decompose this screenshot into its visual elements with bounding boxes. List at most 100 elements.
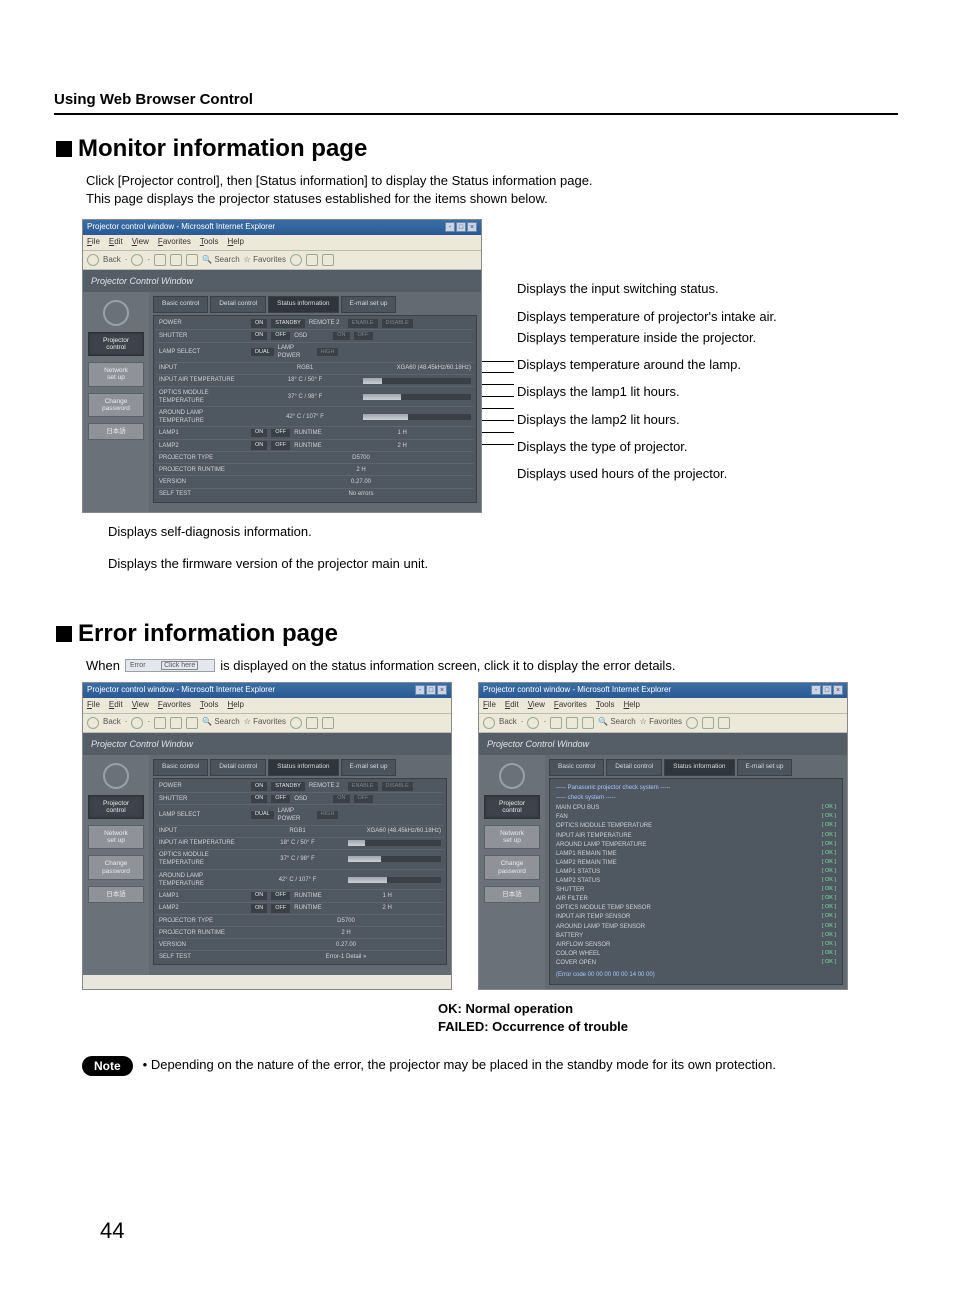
sidebar-item-3[interactable]: 日本語 [88,423,144,440]
home-icon[interactable] [582,717,594,729]
tab-0[interactable]: Basic control [153,759,208,776]
history-icon[interactable] [290,717,302,729]
menu-tools[interactable]: Tools [200,700,219,711]
menubar[interactable]: File Edit View Favorites Tools Help [83,698,451,714]
toolbar[interactable]: Back · · 🔍 Search ☆ Favorites [479,714,847,733]
back-label[interactable]: Back [103,717,121,728]
favorites-label[interactable]: ☆ Favorites [244,717,286,728]
menu-help[interactable]: Help [228,700,244,711]
menu-edit[interactable]: Edit [109,700,123,711]
sidebar-item-3[interactable]: 日本語 [484,886,540,903]
tab-3[interactable]: E-mail set up [341,296,397,313]
history-icon[interactable] [290,254,302,266]
print-icon[interactable] [322,254,334,266]
menu-file[interactable]: File [87,237,100,248]
menu-view[interactable]: View [132,700,149,711]
window-buttons[interactable]: -□× [444,222,477,233]
mail-icon[interactable] [702,717,714,729]
stop-icon[interactable] [550,717,562,729]
menu-edit[interactable]: Edit [505,700,519,711]
tab-2[interactable]: Status information [268,759,338,776]
minimize-icon[interactable]: - [415,685,425,695]
sidebar-item-2[interactable]: Changepassword [484,855,540,879]
menu-tools[interactable]: Tools [596,700,615,711]
back-icon[interactable] [483,717,495,729]
mail-icon[interactable] [306,254,318,266]
menubar[interactable]: File Edit View Favorites Tools Help [83,235,481,251]
menu-favorites[interactable]: Favorites [158,700,191,711]
history-icon[interactable] [686,717,698,729]
forward-icon[interactable] [131,717,143,729]
toolbar[interactable]: Back · · 🔍 Search ☆ Favorites [83,714,451,733]
menu-file[interactable]: File [87,700,100,711]
favorites-label[interactable]: ☆ Favorites [640,717,682,728]
stop-icon[interactable] [154,254,166,266]
home-icon[interactable] [186,717,198,729]
menu-view[interactable]: View [132,237,149,248]
menu-help[interactable]: Help [228,237,244,248]
tab-2[interactable]: Status information [664,759,734,776]
menu-edit[interactable]: Edit [109,237,123,248]
menu-view[interactable]: View [528,700,545,711]
search-label[interactable]: 🔍 Search [202,255,240,266]
close-icon[interactable]: × [467,222,477,232]
minimize-icon[interactable]: - [445,222,455,232]
diag-header1: ----- Panasonic projector check system -… [556,784,838,792]
tab-0[interactable]: Basic control [153,296,208,313]
tab-1[interactable]: Detail control [606,759,662,776]
sidebar-item-2[interactable]: Changepassword [88,855,144,879]
tab-3[interactable]: E-mail set up [341,759,397,776]
tab-0[interactable]: Basic control [549,759,604,776]
status-row-10: PROJECTOR RUNTIME2 H [156,463,474,475]
forward-icon[interactable] [527,717,539,729]
tab-2[interactable]: Status information [268,296,338,313]
sidebar-item-3[interactable]: 日本語 [88,886,144,903]
refresh-icon[interactable] [170,254,182,266]
status-value: 37° C / 98° F [251,393,359,401]
tab-1[interactable]: Detail control [210,296,266,313]
menu-favorites[interactable]: Favorites [158,237,191,248]
minimize-icon[interactable]: - [811,685,821,695]
back-label[interactable]: Back [499,717,517,728]
close-icon[interactable]: × [437,685,447,695]
status-label2: OSD [294,795,329,803]
print-icon[interactable] [322,717,334,729]
menu-help[interactable]: Help [624,700,640,711]
sidebar-item-1[interactable]: Networkset up [88,362,144,386]
tab-3[interactable]: E-mail set up [737,759,793,776]
close-icon[interactable]: × [833,685,843,695]
refresh-icon[interactable] [170,717,182,729]
maximize-icon[interactable]: □ [456,222,466,232]
status-label: LAMP1 [159,892,247,900]
sidebar-item-1[interactable]: Networkset up [88,825,144,849]
forward-icon[interactable] [131,254,143,266]
window-buttons[interactable]: -□× [810,685,843,696]
search-label[interactable]: 🔍 Search [202,717,240,728]
maximize-icon[interactable]: □ [822,685,832,695]
print-icon[interactable] [718,717,730,729]
menu-tools[interactable]: Tools [200,237,219,248]
home-icon[interactable] [186,254,198,266]
stop-icon[interactable] [154,717,166,729]
menubar[interactable]: File Edit View Favorites Tools Help [479,698,847,714]
mail-icon[interactable] [306,717,318,729]
sidebar-item-2[interactable]: Changepassword [88,393,144,417]
sidebar-item-0[interactable]: Projectorcontrol [484,795,540,819]
toolbar[interactable]: Back · · 🔍 Search ☆ Favorites [83,251,481,270]
back-icon[interactable] [87,717,99,729]
back-icon[interactable] [87,254,99,266]
tab-1[interactable]: Detail control [210,759,266,776]
sidebar-item-0[interactable]: Projectorcontrol [88,795,144,819]
search-label[interactable]: 🔍 Search [598,717,636,728]
favorites-label[interactable]: ☆ Favorites [244,255,286,266]
back-label[interactable]: Back [103,255,121,266]
menu-favorites[interactable]: Favorites [554,700,587,711]
menu-file[interactable]: File [483,700,496,711]
status-value: Error-1 Detail » [251,953,441,961]
sidebar-item-0[interactable]: Projectorcontrol [88,332,144,356]
maximize-icon[interactable]: □ [426,685,436,695]
window-buttons[interactable]: -□× [414,685,447,696]
sidebar-item-1[interactable]: Networkset up [484,825,540,849]
diag-row: AROUND LAMP TEMPERATURE[ OK ] [554,840,838,849]
refresh-icon[interactable] [566,717,578,729]
